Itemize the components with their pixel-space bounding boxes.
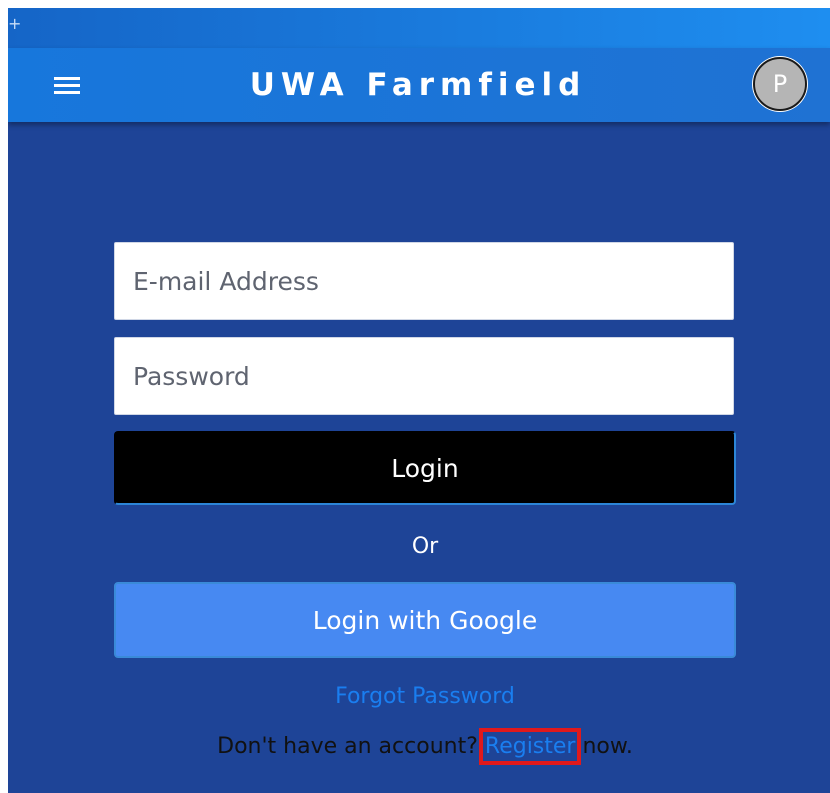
forgot-password-link[interactable]: Forgot Password bbox=[114, 684, 736, 710]
register-suffix-text: now. bbox=[582, 734, 633, 759]
register-link[interactable]: Register bbox=[478, 728, 582, 765]
password-field[interactable] bbox=[114, 337, 734, 415]
login-with-google-button[interactable]: Login with Google bbox=[114, 582, 736, 658]
email-field[interactable] bbox=[114, 242, 734, 320]
or-separator: Or bbox=[411, 534, 439, 559]
register-prompt: Don't have an account? Register now. bbox=[114, 728, 736, 765]
app-frame: + UWA Farmfield P Login Or Login with Go… bbox=[8, 8, 830, 793]
navbar: UWA Farmfield P bbox=[8, 48, 830, 122]
hamburger-menu-icon[interactable] bbox=[54, 77, 80, 95]
top-strip: + bbox=[8, 8, 830, 48]
avatar[interactable]: P bbox=[753, 57, 807, 111]
app-title: UWA Farmfield bbox=[249, 67, 587, 103]
register-prefix-text: Don't have an account? bbox=[217, 734, 478, 759]
plus-icon: + bbox=[8, 14, 22, 33]
login-button[interactable]: Login bbox=[114, 431, 736, 505]
